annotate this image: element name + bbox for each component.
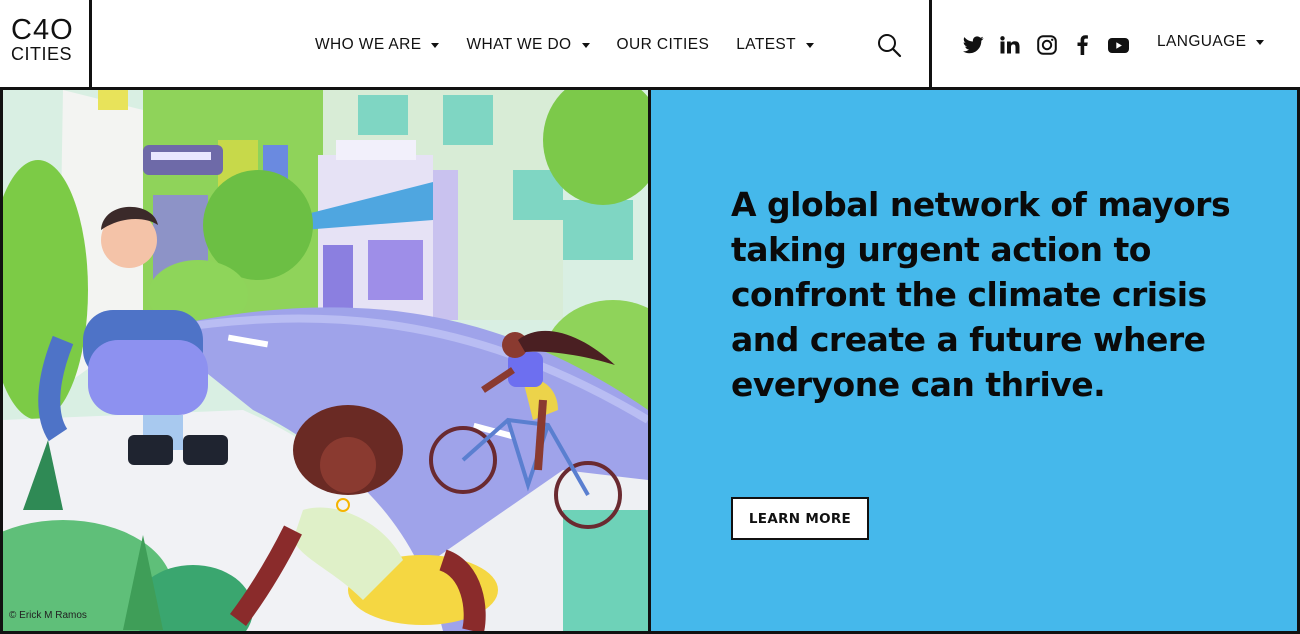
search-icon (878, 34, 902, 58)
image-credit: © Erick M Ramos (9, 610, 87, 621)
youtube-link[interactable] (1106, 34, 1130, 56)
logo-wordmark: CITIES (11, 44, 73, 64)
facebook-icon (1077, 35, 1088, 55)
logo-mark: C4O (11, 14, 74, 46)
linkedin-link[interactable] (999, 34, 1021, 56)
nav-item-label: OUR CITIES (616, 36, 710, 53)
twitter-icon (962, 36, 984, 54)
youtube-icon (1107, 37, 1129, 53)
caret-down-icon (581, 42, 590, 48)
illustration-art (3, 90, 648, 631)
hero-panel: A global network of mayors taking urgent… (651, 90, 1297, 631)
logo[interactable]: C4O CITIES (0, 0, 92, 90)
nav-item-what-we-do[interactable]: WHAT WE DO (466, 36, 590, 54)
caret-down-icon (806, 42, 815, 48)
site-header: C4O CITIES WHO WE ARE WHAT WE DO OUR CIT… (0, 0, 1300, 90)
main-nav: WHO WE ARE WHAT WE DO OUR CITIES LATEST (315, 33, 841, 57)
language-label: LANGUAGE (1157, 33, 1247, 50)
caret-down-icon (431, 42, 440, 48)
nav-item-who-we-are[interactable]: WHO WE ARE (315, 36, 440, 54)
nav-item-label: WHAT WE DO (466, 36, 572, 53)
search-button[interactable] (876, 32, 902, 58)
social-bar: LANGUAGE (929, 0, 1300, 90)
learn-more-button[interactable]: LEARN MORE (731, 497, 869, 540)
nav-item-label: WHO WE ARE (315, 36, 422, 53)
nav-item-label: LATEST (736, 36, 797, 53)
instagram-icon (1037, 35, 1057, 55)
nav-item-our-cities[interactable]: OUR CITIES (617, 36, 710, 54)
linkedin-icon (1000, 36, 1020, 54)
nav-item-latest[interactable]: LATEST (736, 36, 815, 54)
caret-down-icon (1256, 39, 1265, 45)
instagram-link[interactable] (1036, 34, 1058, 56)
language-selector[interactable]: LANGUAGE (1157, 33, 1265, 51)
twitter-link[interactable] (962, 34, 984, 56)
hero-headline: A global network of mayors taking urgent… (731, 185, 1231, 404)
hero-illustration: © Erick M Ramos (3, 90, 648, 631)
facebook-link[interactable] (1073, 34, 1091, 56)
